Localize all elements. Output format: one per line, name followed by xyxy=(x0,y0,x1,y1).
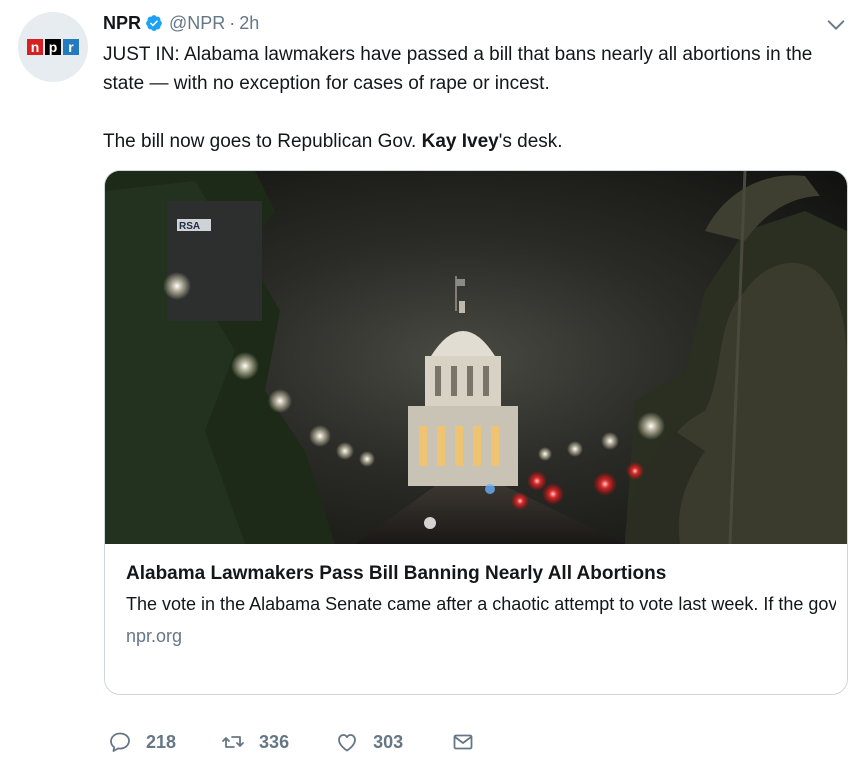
separator-dot: · xyxy=(229,12,236,33)
retweet-button[interactable]: 336 xyxy=(221,730,289,754)
retweet-count: 336 xyxy=(259,731,290,752)
card-title[interactable]: Alabama Lawmakers Pass Bill Banning Near… xyxy=(126,561,836,587)
envelope-icon xyxy=(453,734,473,750)
npr-logo-letter-r: r xyxy=(63,39,79,55)
like-count: 303 xyxy=(373,731,404,752)
reply-button[interactable]: 218 xyxy=(108,730,176,754)
link-card[interactable]: RSA Alabama Lawmakers Pass Bill Banning … xyxy=(104,170,848,695)
direct-message-button[interactable] xyxy=(451,730,475,754)
tweet-header: NPR @NPR · 2h xyxy=(103,10,259,36)
tweet-text-line-2: The bill now goes to Republican Gov. Kay… xyxy=(103,127,838,156)
npr-logo-letter-p: p xyxy=(45,39,61,55)
tweet-timestamp[interactable]: 2h xyxy=(239,13,259,34)
author-handle[interactable]: @NPR xyxy=(169,13,225,34)
heart-icon xyxy=(338,734,356,752)
card-image: RSA xyxy=(105,171,847,544)
npr-logo-letter-n: n xyxy=(27,39,43,55)
tweet-text-prefix: The bill now goes to Republican Gov. xyxy=(103,131,422,152)
reply-count: 218 xyxy=(146,731,177,752)
reply-icon xyxy=(110,732,130,752)
retweet-icon xyxy=(222,736,244,748)
like-button[interactable]: 303 xyxy=(335,730,403,754)
mention-link[interactable]: Kay Ivey xyxy=(422,131,499,152)
card-domain: npr.org xyxy=(126,626,183,646)
avatar[interactable]: n p r xyxy=(18,12,88,82)
tweet-actions: 218 336 303 xyxy=(108,728,475,756)
npr-logo: n p r xyxy=(27,39,79,55)
card-body: Alabama Lawmakers Pass Bill Banning Near… xyxy=(126,561,836,647)
tweet-text: JUST IN: Alabama lawmakers have passed a… xyxy=(103,40,838,156)
card-description: The vote in the Alabama Senate came afte… xyxy=(126,594,836,614)
author-name[interactable]: NPR xyxy=(103,13,141,34)
verified-badge-icon xyxy=(146,15,162,31)
tweet-text-line-1: JUST IN: Alabama lawmakers have passed a… xyxy=(103,44,813,94)
chevron-down-icon[interactable] xyxy=(825,14,847,36)
card-image-sign-text: RSA xyxy=(179,221,200,232)
tweet-text-suffix: 's desk. xyxy=(498,131,563,152)
